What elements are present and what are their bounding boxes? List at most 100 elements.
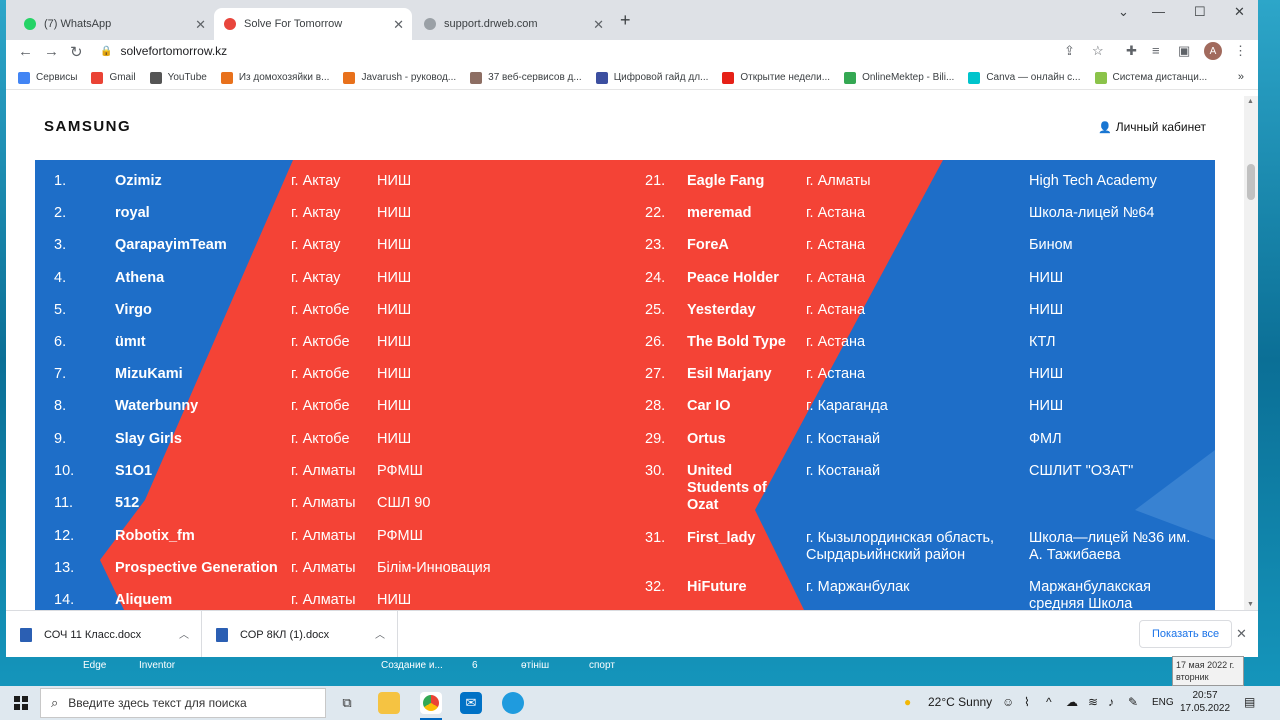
bookmark-item[interactable]: Gmail [91,71,136,84]
bookmark-label: Из домохозяйки в... [238,72,330,83]
team-city: г. Актау [291,205,341,221]
team-school: High Tech Academy [1029,173,1157,189]
word-doc-icon [216,627,228,642]
person-icon[interactable]: ☺ [1002,695,1014,709]
team-school: Школа-лицей №64 [1029,205,1155,221]
team-school: НИШ [1029,366,1064,382]
bookmark-label: Gmail [109,72,136,83]
personal-cabinet-link[interactable]: 👤 Личный кабинет [1098,120,1206,134]
clock-time: 20:57 [1192,690,1218,701]
youtube-icon [722,71,735,84]
samsung-logo[interactable]: SAMSUNG [44,118,131,135]
desktop-icon-label[interactable]: Edge [83,660,106,671]
team-name: Ozimiz [115,173,162,189]
chrome-icon[interactable] [420,692,442,720]
bookmark-item[interactable]: Javarush - руковод... [343,71,456,84]
bookmark-item[interactable]: Из домохозяйки в... [220,71,330,84]
reload-button[interactable]: ↻ [70,43,83,61]
profile-avatar[interactable]: A [1204,42,1222,60]
team-city: г. Актобе [291,431,350,447]
show-hidden-icons-chevron-icon[interactable]: ^ [1046,695,1052,709]
bookmark-item[interactable]: Canva — онлайн с... [968,71,1081,84]
team-city: г. Астана [806,237,866,253]
reading-list-icon[interactable]: ≡ [1152,43,1160,58]
new-tab-button[interactable]: + [620,10,631,31]
bookmark-label: Система дистанци... [1112,72,1208,83]
scroll-thumb[interactable] [1247,164,1255,200]
team-name: Car IO [687,398,731,414]
more-bookmarks-icon[interactable]: » [1238,71,1244,83]
share-icon[interactable]: ⇪ [1064,43,1075,59]
pen-icon[interactable]: ✎ [1128,695,1138,709]
tooltip-day: вторник [1176,672,1209,682]
onedrive-icon[interactable]: ☁ [1066,695,1078,709]
forward-button[interactable]: → [44,43,59,60]
volume-icon[interactable]: ♪ [1108,695,1114,709]
close-tab-icon[interactable]: ✕ [593,17,604,33]
show-all-downloads-button[interactable]: Показать все [1139,620,1233,648]
desktop-icon-label[interactable]: Создание и... [381,660,443,671]
finalist-row: 32. HiFuture г. Маржанбулак Маржанбулакская… [645,579,1204,610]
file-explorer-icon[interactable] [378,692,400,714]
task-view-icon[interactable]: ⧉ [336,692,358,714]
address-bar[interactable]: 🔒 solvefortomorrow.kz [100,40,1100,62]
row-number: 24. [645,270,666,286]
chevron-up-icon[interactable]: ︿ [375,626,385,641]
desktop-icon-label[interactable]: Inventor [139,660,175,671]
desktop-icon-label[interactable]: спорт [589,660,615,671]
language-indicator[interactable]: ENG [1152,697,1174,708]
close-window-button[interactable]: ✕ [1234,4,1245,20]
tab-title: support.drweb.com [444,18,538,30]
taskbar-clock[interactable]: 20:57 17.05.2022 [1180,689,1230,715]
taskbar-search-box[interactable]: ⌕ Введите здесь текст для поиска [40,688,326,718]
edge-icon[interactable] [502,692,524,714]
page-scrollbar[interactable]: ▲ ▼ [1244,96,1258,610]
close-downloads-icon[interactable]: ✕ [1236,626,1247,642]
tab-search-chevron-icon[interactable]: ⌄ [1118,4,1129,20]
menu-dots-icon[interactable]: ⋮ [1234,43,1247,59]
minimize-button[interactable]: — [1152,4,1165,19]
team-city: г. Алматы [291,592,356,608]
team-name: MizuKami [115,366,183,382]
team-name: Prospective Generation [115,560,278,576]
weather-text[interactable]: 22°C Sunny [928,695,992,709]
bookmark-item[interactable]: OnlineMektep - Bili... [844,71,954,84]
desktop-icon-label[interactable]: 6 [472,660,478,671]
tab-whatsapp[interactable]: (7) WhatsApp ✕ [14,8,215,40]
team-city: г. Актобе [291,366,350,382]
close-tab-icon[interactable]: ✕ [393,17,404,33]
download-filename: СОР 8КЛ (1).docx [240,628,330,641]
bookmark-item[interactable]: Сервисы [18,71,77,84]
start-button[interactable] [14,696,28,710]
team-city: г. Алматы [806,173,871,189]
notifications-icon[interactable]: ▤ [1244,695,1255,709]
scroll-down-arrow-icon[interactable]: ▼ [1247,601,1254,608]
mail-icon[interactable]: ✉ [460,692,482,714]
desktop-icon-label[interactable]: өтініш [521,660,549,671]
bookmark-item[interactable]: Цифровой гайд дл... [595,71,708,84]
network-icon[interactable]: ⌇ [1024,695,1030,709]
bookmark-item[interactable]: Система дистанци... [1094,71,1208,84]
tab-drweb[interactable]: support.drweb.com ✕ [414,8,612,40]
row-number: 23. [645,237,666,253]
wifi-icon[interactable]: ≋ [1088,695,1098,709]
extensions-icon[interactable]: ✚ [1126,43,1137,59]
row-number: 29. [645,431,666,447]
back-button[interactable]: ← [18,43,33,60]
scroll-up-arrow-icon[interactable]: ▲ [1247,98,1254,105]
team-name: Waterbunny [115,398,199,414]
download-item[interactable]: СОЧ 11 Класс.docx ︿ [6,611,202,657]
chevron-up-icon[interactable]: ︿ [179,626,189,641]
bookmark-item[interactable]: Открытие недели... [722,71,830,84]
maximize-button[interactable]: ☐ [1194,4,1206,20]
bookmark-item[interactable]: 37 веб-сервисов д... [470,71,582,84]
side-panel-icon[interactable]: ▣ [1178,43,1190,59]
download-item[interactable]: СОР 8КЛ (1).docx ︿ [202,611,398,657]
bookmark-star-icon[interactable]: ☆ [1092,43,1104,59]
close-tab-icon[interactable]: ✕ [195,17,206,33]
team-school: НИШ [377,334,412,350]
bookmark-item[interactable]: YouTube [149,71,207,84]
weather-icon: ● [904,695,912,709]
windows-taskbar: ⌕ Введите здесь текст для поиска ⧉ ✉ ● 2… [0,686,1280,720]
tab-solve-for-tomorrow[interactable]: Solve For Tomorrow ✕ [214,8,412,40]
